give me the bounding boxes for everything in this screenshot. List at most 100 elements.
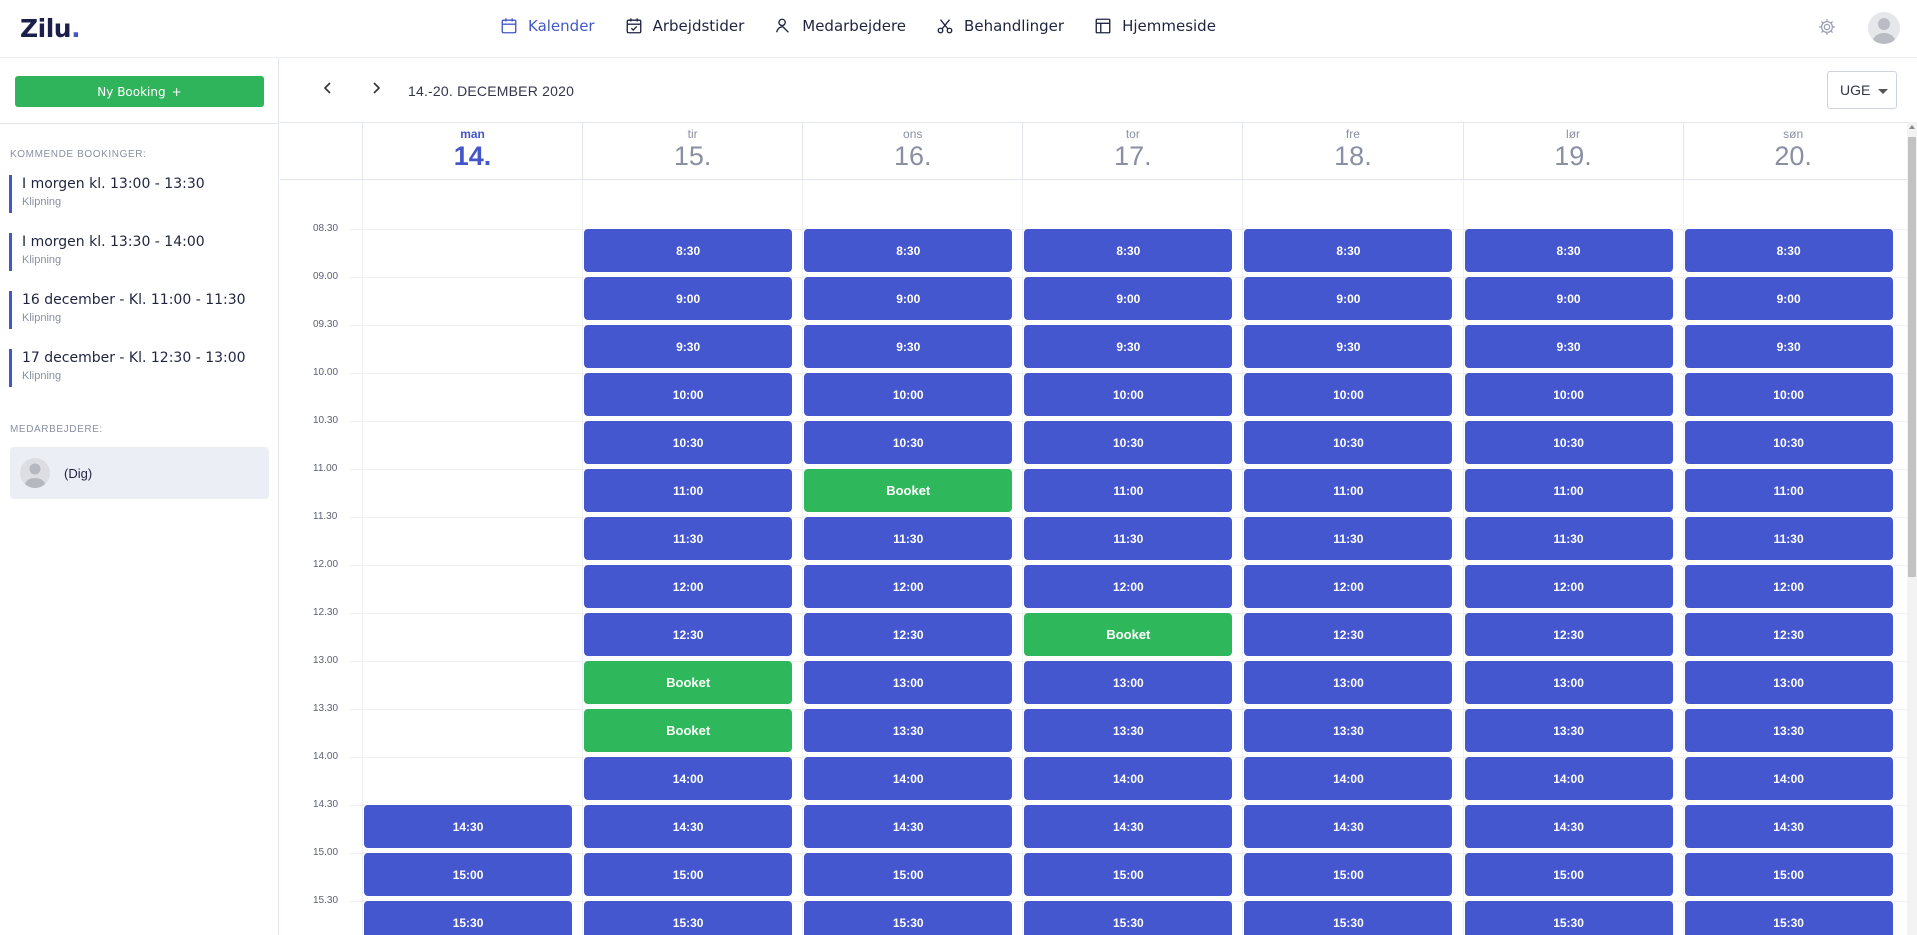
time-slot[interactable]: 15:00 bbox=[1024, 853, 1233, 896]
time-slot[interactable]: 14:30 bbox=[804, 805, 1013, 848]
time-slot[interactable]: 11:00 bbox=[1024, 469, 1233, 512]
time-slot[interactable]: 12:00 bbox=[1244, 565, 1453, 608]
time-slot[interactable]: 9:30 bbox=[804, 325, 1013, 368]
time-slot[interactable]: 8:30 bbox=[584, 229, 793, 272]
booked-slot[interactable]: Booket bbox=[584, 709, 793, 752]
time-slot[interactable]: 9:00 bbox=[584, 277, 793, 320]
time-slot[interactable]: 15:00 bbox=[1684, 853, 1893, 896]
time-slot[interactable]: 14:30 bbox=[364, 805, 573, 848]
time-slot[interactable]: 14:00 bbox=[804, 757, 1013, 800]
time-slot[interactable]: 11:00 bbox=[584, 469, 793, 512]
time-slot[interactable]: 15:00 bbox=[584, 853, 793, 896]
time-slot[interactable]: 15:00 bbox=[1464, 853, 1673, 896]
upcoming-booking-item[interactable]: 16 december - Kl. 11:00 - 11:30 Klipning bbox=[9, 291, 269, 329]
time-slot[interactable]: 9:30 bbox=[1684, 325, 1893, 368]
time-slot[interactable]: 9:00 bbox=[1464, 277, 1673, 320]
time-slot[interactable]: 10:00 bbox=[1684, 373, 1893, 416]
time-slot[interactable]: 11:30 bbox=[1464, 517, 1673, 560]
time-slot[interactable]: 15:30 bbox=[1244, 901, 1453, 935]
time-slot[interactable]: 10:30 bbox=[584, 421, 793, 464]
time-slot[interactable]: 15:30 bbox=[1464, 901, 1673, 935]
time-slot[interactable]: 10:30 bbox=[1464, 421, 1673, 464]
time-slot[interactable]: 15:30 bbox=[1024, 901, 1233, 935]
time-slot[interactable]: 13:00 bbox=[1464, 661, 1673, 704]
time-slot[interactable]: 13:00 bbox=[1684, 661, 1893, 704]
time-slot[interactable]: 9:00 bbox=[1024, 277, 1233, 320]
time-slot[interactable]: 14:30 bbox=[1464, 805, 1673, 848]
time-slot[interactable]: 14:00 bbox=[584, 757, 793, 800]
booked-slot[interactable]: Booket bbox=[1024, 613, 1233, 656]
booked-slot[interactable]: Booket bbox=[584, 661, 793, 704]
time-slot[interactable]: 12:00 bbox=[1464, 565, 1673, 608]
time-slot[interactable]: 11:00 bbox=[1684, 469, 1893, 512]
gear-icon[interactable] bbox=[1817, 17, 1837, 37]
time-slot[interactable]: 14:30 bbox=[584, 805, 793, 848]
time-slot[interactable]: 10:30 bbox=[804, 421, 1013, 464]
time-slot[interactable]: 8:30 bbox=[1464, 229, 1673, 272]
time-slot[interactable]: 13:30 bbox=[1684, 709, 1893, 752]
time-slot[interactable]: 14:30 bbox=[1024, 805, 1233, 848]
user-avatar[interactable] bbox=[1868, 12, 1900, 44]
time-slot[interactable]: 10:00 bbox=[1464, 373, 1673, 416]
time-slot[interactable]: 12:30 bbox=[1464, 613, 1673, 656]
nav-item-kalender[interactable]: Kalender bbox=[500, 17, 595, 35]
nav-item-hjemmeside[interactable]: Hjemmeside bbox=[1094, 17, 1216, 35]
scrollbar-thumb[interactable] bbox=[1908, 137, 1916, 577]
upcoming-booking-item[interactable]: I morgen kl. 13:30 - 14:00 Klipning bbox=[9, 233, 269, 271]
view-select[interactable]: UGE bbox=[1827, 71, 1897, 109]
time-slot[interactable]: 15:00 bbox=[364, 853, 573, 896]
time-slot[interactable]: 12:30 bbox=[1244, 613, 1453, 656]
scroll-up-icon[interactable] bbox=[1909, 125, 1915, 129]
time-slot[interactable]: 9:00 bbox=[1684, 277, 1893, 320]
time-slot[interactable]: 14:30 bbox=[1684, 805, 1893, 848]
new-booking-button[interactable]: Ny Booking + bbox=[15, 76, 264, 107]
time-slot[interactable]: 10:00 bbox=[1244, 373, 1453, 416]
time-slot[interactable]: 11:30 bbox=[1244, 517, 1453, 560]
nav-item-behandlinger[interactable]: Behandlinger bbox=[936, 17, 1064, 35]
time-slot[interactable]: 9:30 bbox=[584, 325, 793, 368]
time-slot[interactable]: 10:00 bbox=[584, 373, 793, 416]
time-slot[interactable]: 15:30 bbox=[364, 901, 573, 935]
time-slot[interactable]: 15:30 bbox=[1684, 901, 1893, 935]
time-slot[interactable]: 13:30 bbox=[1464, 709, 1673, 752]
time-slot[interactable]: 14:30 bbox=[1244, 805, 1453, 848]
time-slot[interactable]: 13:30 bbox=[1024, 709, 1233, 752]
time-slot[interactable]: 15:00 bbox=[804, 853, 1013, 896]
nav-item-arbejdstider[interactable]: Arbejdstider bbox=[625, 17, 744, 35]
time-slot[interactable]: 9:00 bbox=[1244, 277, 1453, 320]
time-slot[interactable]: 12:00 bbox=[1024, 565, 1233, 608]
time-slot[interactable]: 10:30 bbox=[1244, 421, 1453, 464]
staff-item[interactable]: (Dig) bbox=[10, 447, 269, 499]
upcoming-booking-item[interactable]: 17 december - Kl. 12:30 - 13:00 Klipning bbox=[9, 349, 269, 387]
time-slot[interactable]: 14:00 bbox=[1244, 757, 1453, 800]
time-slot[interactable]: 10:30 bbox=[1684, 421, 1893, 464]
time-slot[interactable]: 11:30 bbox=[1024, 517, 1233, 560]
time-slot[interactable]: 13:00 bbox=[1244, 661, 1453, 704]
time-slot[interactable]: 8:30 bbox=[1024, 229, 1233, 272]
nav-item-medarbejdere[interactable]: Medarbejdere bbox=[774, 17, 906, 35]
scrollbar[interactable] bbox=[1907, 122, 1917, 935]
time-slot[interactable]: 12:30 bbox=[1684, 613, 1893, 656]
upcoming-booking-item[interactable]: I morgen kl. 13:00 - 13:30 Klipning bbox=[9, 175, 269, 213]
time-slot[interactable]: 13:00 bbox=[1024, 661, 1233, 704]
time-slot[interactable]: 9:30 bbox=[1464, 325, 1673, 368]
time-slot[interactable]: 10:00 bbox=[1024, 373, 1233, 416]
time-slot[interactable]: 9:30 bbox=[1244, 325, 1453, 368]
time-slot[interactable]: 12:30 bbox=[584, 613, 793, 656]
chevron-left-icon[interactable] bbox=[320, 80, 336, 96]
time-slot[interactable]: 10:30 bbox=[1024, 421, 1233, 464]
time-slot[interactable]: 14:00 bbox=[1684, 757, 1893, 800]
time-slot[interactable]: 11:30 bbox=[584, 517, 793, 560]
time-slot[interactable]: 12:00 bbox=[584, 565, 793, 608]
time-slot[interactable]: 14:00 bbox=[1024, 757, 1233, 800]
time-slot[interactable]: 12:30 bbox=[804, 613, 1013, 656]
time-slot[interactable]: 11:30 bbox=[804, 517, 1013, 560]
time-slot[interactable]: 15:30 bbox=[804, 901, 1013, 935]
time-slot[interactable]: 11:00 bbox=[1244, 469, 1453, 512]
time-slot[interactable]: 9:00 bbox=[804, 277, 1013, 320]
time-slot[interactable]: 10:00 bbox=[804, 373, 1013, 416]
time-slot[interactable]: 13:30 bbox=[1244, 709, 1453, 752]
time-slot[interactable]: 8:30 bbox=[1244, 229, 1453, 272]
time-slot[interactable]: 9:30 bbox=[1024, 325, 1233, 368]
time-slot[interactable]: 12:00 bbox=[1684, 565, 1893, 608]
